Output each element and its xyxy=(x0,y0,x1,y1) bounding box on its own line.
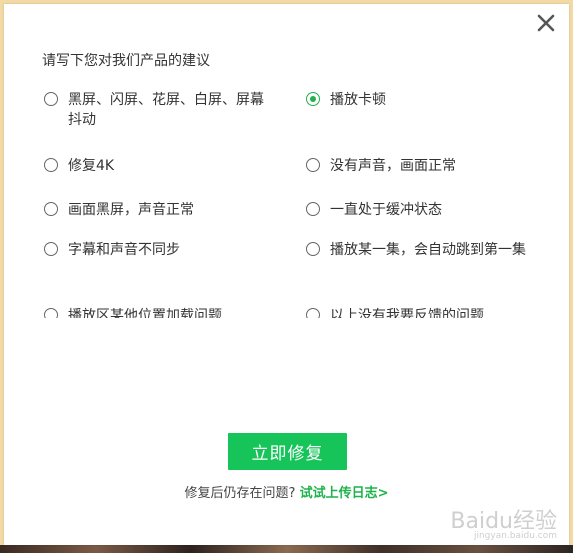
footer-help: 修复后仍存在问题? 试试上传日志> xyxy=(4,482,569,501)
close-icon xyxy=(537,14,555,32)
option-label: 修复4K xyxy=(68,158,115,174)
radio-icon[interactable] xyxy=(44,92,58,106)
baidu-watermark: Baidu经验 jingyan.baidu.com xyxy=(450,503,557,541)
options-list: 黑屏、闪屏、花屏、白屏、屏幕抖动 播放卡顿 修复4K 没有声音，画面正常 画面黑… xyxy=(42,88,542,318)
close-button[interactable] xyxy=(533,10,559,36)
radio-icon[interactable] xyxy=(306,242,320,256)
footer-text: 修复后仍存在问题? xyxy=(184,486,296,501)
radio-icon[interactable] xyxy=(306,158,320,172)
option-label: 播放区某他位置加载问题 xyxy=(68,308,222,318)
option-playback-lag[interactable]: 播放卡顿 xyxy=(306,90,536,110)
option-auto-jump[interactable]: 播放某一集，会自动跳到第一集 xyxy=(306,240,536,260)
radio-checked-icon[interactable] xyxy=(306,92,320,106)
prompt-text: 请写下您对我们产品的建议 xyxy=(42,53,210,69)
radio-icon[interactable] xyxy=(306,202,320,216)
option-label: 播放卡顿 xyxy=(330,92,386,108)
option-black-screen[interactable]: 黑屏、闪屏、花屏、白屏、屏幕抖动 xyxy=(44,90,274,130)
option-subtitle-sync[interactable]: 字幕和声音不同步 xyxy=(44,240,274,260)
repair-now-button[interactable]: 立即修复 xyxy=(228,433,347,470)
option-label: 黑屏、闪屏、花屏、白屏、屏幕抖动 xyxy=(68,92,264,128)
option-black-video[interactable]: 画面黑屏，声音正常 xyxy=(44,200,274,220)
option-repair-4k[interactable]: 修复4K xyxy=(44,156,274,176)
feedback-dialog: 请写下您对我们产品的建议 黑屏、闪屏、花屏、白屏、屏幕抖动 播放卡顿 修复4K … xyxy=(4,4,569,545)
background-strip xyxy=(0,545,573,553)
option-no-sound[interactable]: 没有声音，画面正常 xyxy=(306,156,536,176)
option-none-above[interactable]: 以上没有我要反馈的问题 xyxy=(306,306,536,318)
radio-icon[interactable] xyxy=(44,308,58,318)
radio-icon[interactable] xyxy=(44,242,58,256)
option-buffering[interactable]: 一直处于缓冲状态 xyxy=(306,200,536,220)
option-load-problem[interactable]: 播放区某他位置加载问题 xyxy=(44,306,274,318)
option-label: 画面黑屏，声音正常 xyxy=(68,202,194,218)
option-label: 没有声音，画面正常 xyxy=(330,158,456,174)
upload-log-link[interactable]: 试试上传日志> xyxy=(300,486,389,501)
radio-icon[interactable] xyxy=(44,202,58,216)
option-label: 以上没有我要反馈的问题 xyxy=(330,308,484,318)
radio-icon[interactable] xyxy=(44,158,58,172)
option-label: 一直处于缓冲状态 xyxy=(330,202,442,218)
option-label: 播放某一集，会自动跳到第一集 xyxy=(330,242,526,258)
radio-icon[interactable] xyxy=(306,308,320,318)
option-label: 字幕和声音不同步 xyxy=(68,242,180,258)
